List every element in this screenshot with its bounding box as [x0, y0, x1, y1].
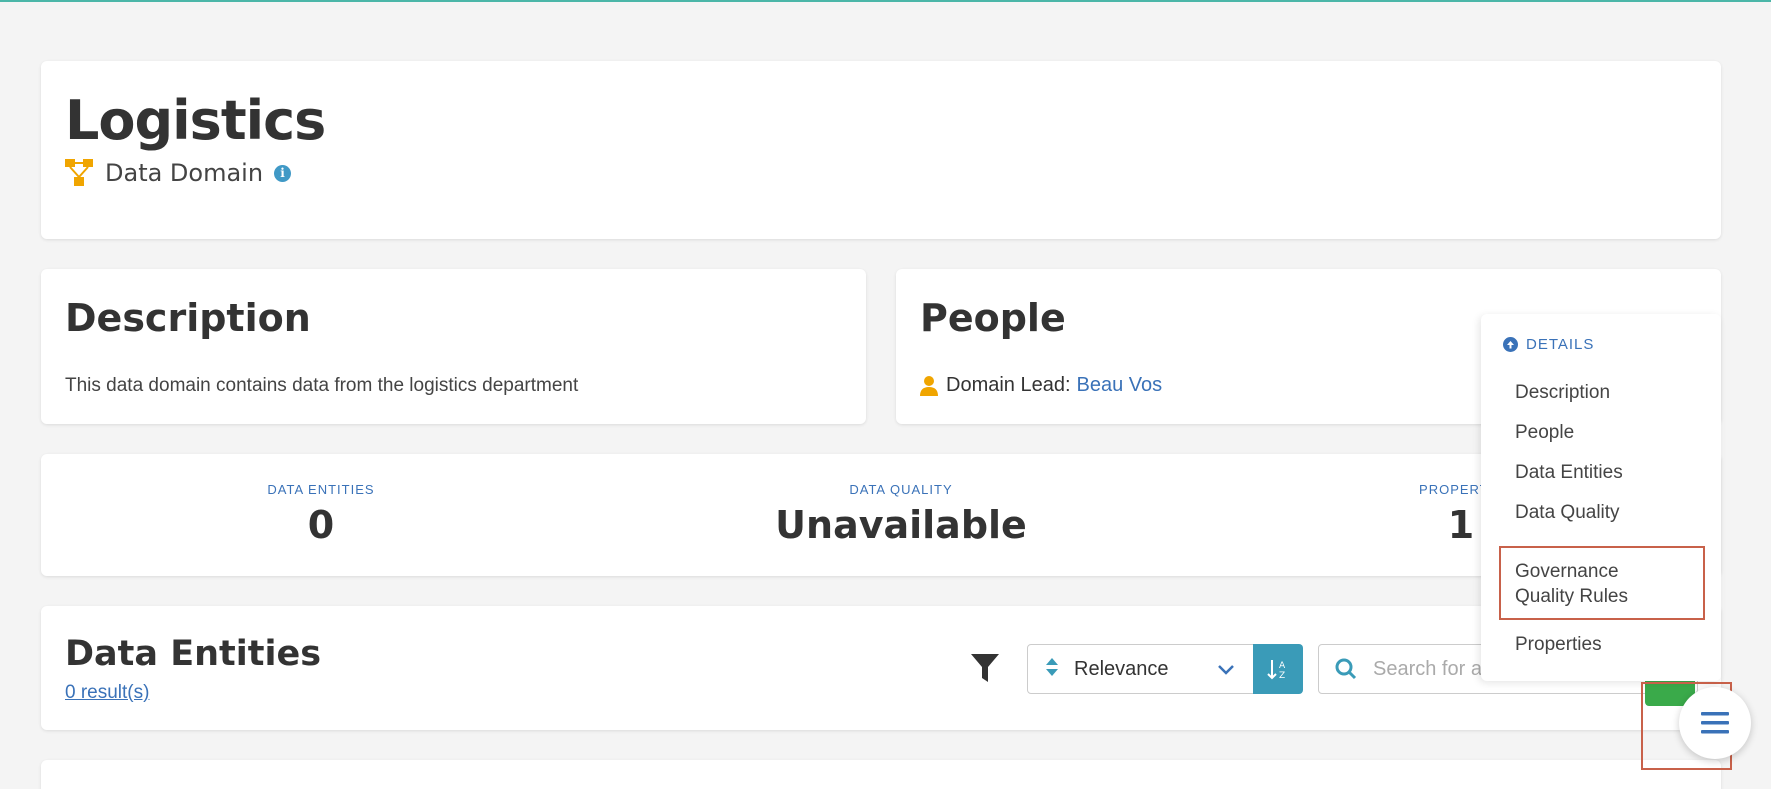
stat-data-entities: DATA ENTITIES 0: [221, 482, 421, 547]
chevron-down-icon: [1217, 663, 1235, 675]
svg-text:A: A: [1279, 661, 1286, 671]
toc-item-people[interactable]: People: [1515, 420, 1574, 445]
data-domain-icon: [65, 159, 95, 187]
info-icon[interactable]: i: [274, 164, 292, 182]
description-card: Description This data domain contains da…: [41, 269, 866, 424]
domain-lead-link[interactable]: Beau Vos: [1077, 374, 1163, 397]
header-card: Logistics Data Domain i: [41, 61, 1721, 239]
stat-label: DATA QUALITY: [849, 482, 953, 497]
menu-button[interactable]: [1679, 687, 1751, 759]
person-icon: [920, 375, 938, 396]
page-title: Logistics: [65, 89, 326, 152]
people-title: People: [920, 296, 1066, 340]
toc-header-label: DETAILS: [1526, 336, 1595, 353]
toc-item-description[interactable]: Description: [1515, 380, 1610, 405]
stat-value: Unavailable: [775, 503, 1027, 547]
sort-order-button[interactable]: A Z: [1253, 644, 1303, 694]
domain-lead-row: Domain Lead: Beau Vos: [920, 374, 1162, 397]
toc-item-properties[interactable]: Properties: [1515, 632, 1602, 657]
sort-arrows-icon: [1046, 657, 1058, 681]
sort-select[interactable]: Relevance: [1027, 644, 1254, 694]
toc-item-data-quality[interactable]: Data Quality: [1515, 500, 1620, 525]
toc-header[interactable]: DETAILS: [1503, 336, 1594, 353]
data-entities-card: Data Entities 0 result(s) Relevance A Z: [41, 606, 1721, 730]
stat-label: DATA ENTITIES: [267, 482, 375, 497]
sort-alpha-icon: A Z: [1267, 660, 1286, 680]
arrow-up-circle-icon: [1503, 337, 1518, 352]
description-title: Description: [65, 296, 311, 340]
toc-panel: DETAILS Description People Data Entities…: [1481, 314, 1721, 681]
toc-item-data-entities[interactable]: Data Entities: [1515, 460, 1623, 485]
hamburger-menu-icon: [1701, 712, 1729, 734]
entity-type-label: Data Domain: [105, 159, 264, 187]
top-accent-line: [0, 0, 1771, 2]
search-icon: [1335, 658, 1357, 680]
stat-data-quality: DATA QUALITY Unavailable: [741, 482, 1061, 547]
sort-selected-value: Relevance: [1074, 657, 1169, 680]
svg-text:Z: Z: [1279, 671, 1285, 680]
toc-item-governance-quality-rules[interactable]: Governance Quality Rules: [1515, 559, 1655, 609]
description-text: This data domain contains data from the …: [65, 375, 579, 396]
subtitle-row: Data Domain i: [65, 159, 292, 187]
data-entities-title: Data Entities: [65, 634, 322, 674]
next-section-card: [41, 760, 1721, 789]
result-count-link[interactable]: 0 result(s): [65, 682, 149, 704]
domain-lead-label: Domain Lead:: [946, 374, 1071, 396]
stat-value: 0: [307, 503, 335, 547]
filter-icon[interactable]: [971, 654, 999, 684]
stats-card: DATA ENTITIES 0 DATA QUALITY Unavailable…: [41, 454, 1721, 576]
